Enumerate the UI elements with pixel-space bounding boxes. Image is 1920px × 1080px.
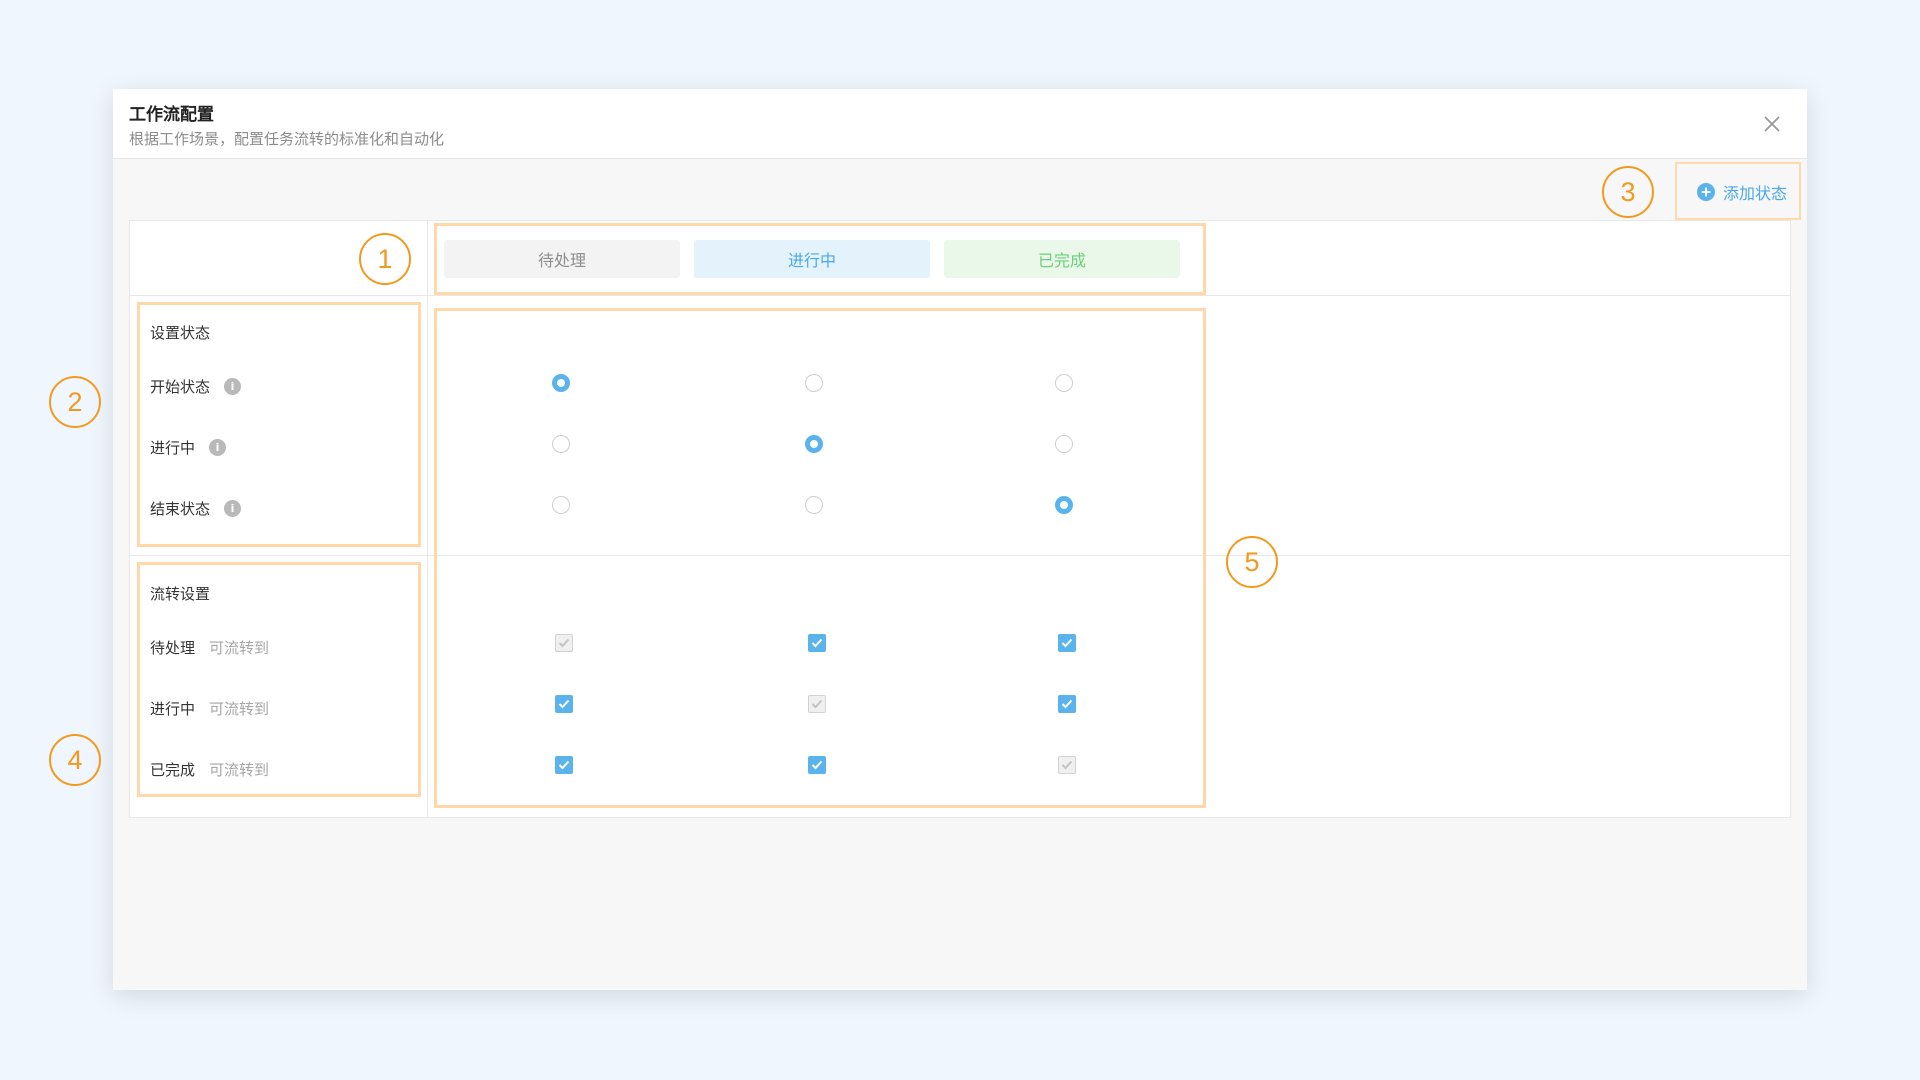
- flow-section-title: 流转设置: [150, 585, 211, 603]
- dialog-subtitle: 根据工作场景，配置任务流转的标准化和自动化: [129, 130, 445, 148]
- workflow-matrix: 待处理 进行中 已完成 设置状态 开始状态 i 进行中 i 结束状态 i 流转设…: [129, 220, 1791, 818]
- flow-row-text: 待处理: [150, 639, 196, 657]
- annotation-badge: 5: [1226, 536, 1278, 588]
- flow-row-label: 待处理 可流转到: [150, 637, 269, 658]
- status-tag-in-progress[interactable]: 进行中: [694, 240, 930, 278]
- state-radio[interactable]: [1055, 496, 1073, 514]
- flow-checkbox[interactable]: [1058, 695, 1076, 713]
- status-tag-done[interactable]: 已完成: [944, 240, 1180, 278]
- column-divider: [427, 221, 428, 817]
- flow-row-text: 进行中: [150, 700, 196, 718]
- state-row-text: 进行中: [150, 439, 196, 457]
- state-radio[interactable]: [552, 374, 570, 392]
- flow-row-label: 进行中 可流转到: [150, 698, 269, 719]
- state-row-label: 进行中 i: [150, 437, 227, 458]
- state-section-title: 设置状态: [150, 324, 211, 342]
- state-row-text: 结束状态: [150, 500, 211, 518]
- info-icon[interactable]: i: [209, 439, 227, 456]
- flow-row-suffix: 可流转到: [209, 639, 270, 657]
- flow-row-suffix: 可流转到: [209, 761, 270, 779]
- row-divider: [130, 555, 1790, 556]
- flow-row-suffix: 可流转到: [209, 700, 270, 718]
- flow-row-label: 已完成 可流转到: [150, 759, 269, 780]
- add-status-label: 添加状态: [1723, 184, 1788, 203]
- flow-checkbox[interactable]: [808, 756, 826, 774]
- annotation-badge: 2: [49, 376, 101, 428]
- state-radio[interactable]: [552, 435, 570, 453]
- dialog-header: 工作流配置 根据工作场景，配置任务流转的标准化和自动化: [113, 89, 1807, 159]
- state-radio[interactable]: [1055, 374, 1073, 392]
- plus-circle-icon: [1697, 183, 1715, 201]
- annotation-badge: 4: [49, 734, 101, 786]
- flow-checkbox[interactable]: [1058, 634, 1076, 652]
- flow-row-text: 已完成: [150, 761, 196, 779]
- state-radio[interactable]: [805, 374, 823, 392]
- status-tag-pending[interactable]: 待处理: [444, 240, 680, 278]
- state-radio[interactable]: [1055, 435, 1073, 453]
- flow-checkbox[interactable]: [555, 756, 573, 774]
- state-radio[interactable]: [805, 496, 823, 514]
- flow-checkbox[interactable]: [555, 695, 573, 713]
- flow-checkbox[interactable]: [808, 634, 826, 652]
- state-row-label: 结束状态 i: [150, 498, 242, 519]
- state-row-text: 开始状态: [150, 378, 211, 396]
- flow-checkbox: [1058, 756, 1076, 774]
- state-radio[interactable]: [552, 496, 570, 514]
- row-divider: [130, 295, 1790, 296]
- state-row-label: 开始状态 i: [150, 376, 242, 397]
- add-status-highlight: 添加状态: [1675, 162, 1801, 220]
- flow-checkbox: [555, 634, 573, 652]
- info-icon[interactable]: i: [224, 378, 242, 395]
- info-icon[interactable]: i: [224, 500, 242, 517]
- add-status-button[interactable]: 添加状态: [1697, 180, 1787, 204]
- state-radio[interactable]: [805, 435, 823, 453]
- flow-checkbox: [808, 695, 826, 713]
- annotation-badge: 1: [359, 233, 411, 285]
- annotation-badge: 3: [1602, 166, 1654, 218]
- close-icon[interactable]: [1760, 112, 1784, 136]
- workflow-config-dialog: 工作流配置 根据工作场景，配置任务流转的标准化和自动化 添加状态 待处理 进行中…: [113, 89, 1807, 990]
- dialog-title: 工作流配置: [129, 105, 214, 125]
